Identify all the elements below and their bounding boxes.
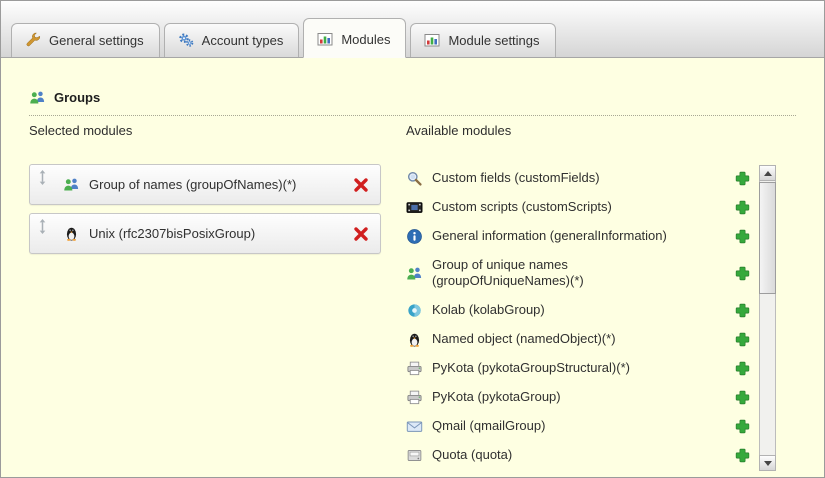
module-label: General information (generalInformation)	[432, 228, 667, 244]
group-icon	[63, 176, 80, 193]
delete-icon[interactable]	[353, 226, 369, 242]
available-module-row: General information (generalInformation)	[406, 222, 759, 251]
available-modules-heading: Available modules	[406, 123, 776, 138]
disk-icon	[406, 447, 423, 464]
lam-config-window: General settings Account types Modules M…	[0, 0, 825, 478]
scrollbar-down-button[interactable]	[759, 455, 776, 471]
group-icon	[29, 89, 46, 106]
group-icon	[406, 265, 423, 282]
tab-account-types[interactable]: Account types	[164, 23, 300, 57]
wrench-icon	[25, 32, 41, 48]
available-module-row: Custom scripts (customScripts)	[406, 193, 759, 222]
arrow-up-icon	[764, 171, 772, 176]
gears-icon	[178, 32, 194, 48]
module-label: Custom scripts (customScripts)	[432, 199, 612, 215]
tab-modules[interactable]: Modules	[303, 18, 406, 58]
selected-modules-heading: Selected modules	[29, 123, 381, 138]
module-label: Group of unique names (groupOfUniqueName…	[432, 257, 704, 290]
tab-label: Module settings	[448, 33, 539, 48]
mail-icon	[406, 418, 423, 435]
add-icon[interactable]	[735, 448, 750, 463]
available-module-row: Custom fields (customFields)	[406, 164, 759, 193]
chart-icon	[317, 31, 333, 47]
available-module-row: Qmail (qmailGroup)	[406, 412, 759, 441]
available-module-row: Quota (quota)	[406, 441, 759, 470]
available-module-row: Group of unique names (groupOfUniqueName…	[406, 251, 759, 296]
printer-icon	[406, 389, 423, 406]
available-module-row: Kolab (kolabGroup)	[406, 296, 759, 325]
printer-icon	[406, 360, 423, 377]
selected-modules-column: Selected modules Group of names (groupOf…	[29, 123, 381, 262]
magnifier-icon	[406, 170, 423, 187]
add-icon[interactable]	[735, 303, 750, 318]
module-label: PyKota (pykotaGroup)	[432, 389, 561, 405]
scrollbar-thumb[interactable]	[759, 182, 776, 294]
tux-icon	[63, 225, 80, 242]
add-icon[interactable]	[735, 200, 750, 215]
selected-module-row: Unix (rfc2307bisPosixGroup)	[29, 213, 381, 254]
scrollbar[interactable]	[759, 165, 776, 471]
delete-icon[interactable]	[353, 177, 369, 193]
module-label: Quota (quota)	[432, 447, 512, 463]
add-icon[interactable]	[735, 171, 750, 186]
add-icon[interactable]	[735, 361, 750, 376]
section-heading: Groups	[29, 89, 796, 116]
add-icon[interactable]	[735, 229, 750, 244]
tux-icon	[406, 331, 423, 348]
kolab-icon	[406, 302, 423, 319]
available-module-row: PyKota (pykotaGroup)	[406, 383, 759, 412]
add-icon[interactable]	[735, 332, 750, 347]
tab-bar: General settings Account types Modules M…	[1, 1, 824, 58]
tab-label: General settings	[49, 33, 144, 48]
available-modules-list: Custom fields (customFields) Custom scri…	[406, 164, 759, 471]
module-label: Named object (namedObject)(*)	[432, 331, 616, 347]
add-icon[interactable]	[735, 390, 750, 405]
available-modules-column: Available modules Custom fields (customF…	[406, 123, 776, 471]
module-label: Custom fields (customFields)	[432, 170, 600, 186]
available-module-row: PyKota (pykotaGroupStructural)(*)	[406, 354, 759, 383]
selected-module-row: Group of names (groupOfNames)(*)	[29, 164, 381, 205]
module-label: Kolab (kolabGroup)	[432, 302, 545, 318]
module-label: Unix (rfc2307bisPosixGroup)	[89, 226, 353, 241]
tab-label: Modules	[341, 32, 390, 47]
info-icon	[406, 228, 423, 245]
tab-label: Account types	[202, 33, 284, 48]
available-modules-list-wrap: Custom fields (customFields) Custom scri…	[406, 164, 776, 471]
module-label: Group of names (groupOfNames)(*)	[89, 177, 353, 192]
arrow-down-icon	[764, 461, 772, 466]
available-module-row: Named object (namedObject)(*)	[406, 325, 759, 354]
module-label: PyKota (pykotaGroupStructural)(*)	[432, 360, 630, 376]
add-icon[interactable]	[735, 266, 750, 281]
module-label: Qmail (qmailGroup)	[432, 418, 545, 434]
scrollbar-up-button[interactable]	[759, 165, 776, 181]
tab-module-settings[interactable]: Module settings	[410, 23, 555, 57]
tab-general-settings[interactable]: General settings	[11, 23, 160, 57]
page-title: Groups	[54, 90, 100, 105]
add-icon[interactable]	[735, 419, 750, 434]
drag-handle-icon[interactable]	[37, 170, 48, 185]
script-icon	[406, 199, 423, 216]
chart-icon	[424, 32, 440, 48]
drag-handle-icon[interactable]	[37, 219, 48, 234]
